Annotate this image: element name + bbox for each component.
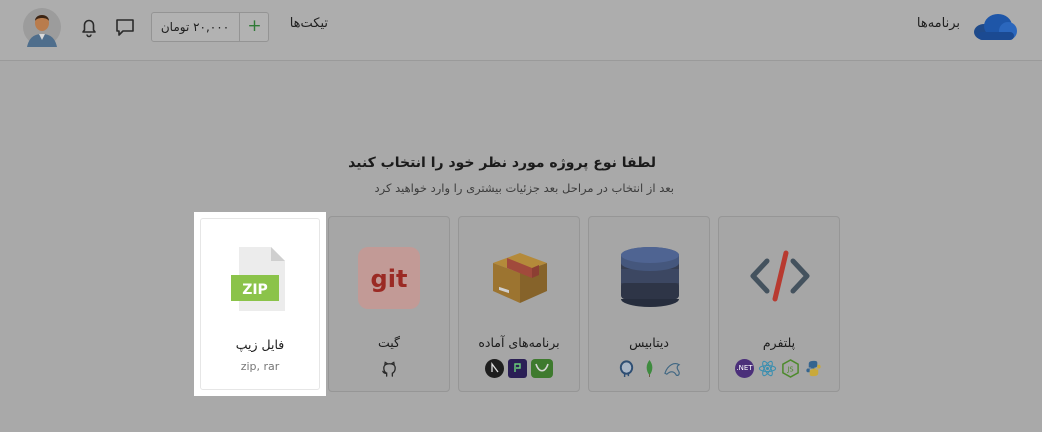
box-icon	[493, 253, 547, 303]
project-type-card-zip-file[interactable]: ZIP فایل زیپ zip, rar	[194, 212, 326, 396]
tech-icons	[329, 357, 449, 379]
card-label: گیت	[378, 335, 400, 350]
card-label: برنامه‌های آماده	[478, 335, 560, 350]
mongodb-icon	[646, 359, 652, 377]
cloud-logo-icon[interactable]	[972, 12, 1018, 42]
card-sublabel: zip, rar	[240, 360, 280, 373]
project-type-card-ready-apps[interactable]: برنامه‌های آماده	[458, 216, 580, 392]
code-icon	[750, 250, 810, 302]
nodejs-icon: JS	[782, 358, 799, 378]
tech-icons	[459, 357, 579, 379]
postgresql-icon	[619, 359, 633, 377]
dotnet-icon: .NET	[735, 358, 754, 378]
git-icon: git	[358, 247, 420, 309]
chat-icon[interactable]	[114, 16, 136, 38]
avatar[interactable]	[23, 7, 61, 47]
database-icon	[621, 247, 679, 307]
page-subtitle: بعد از انتخاب در مراحل بعد جزئیات بیشتری…	[374, 181, 674, 195]
card-label: دیتابیس	[629, 335, 669, 350]
wallet-balance[interactable]: + ۲۰,۰۰۰ تومان	[151, 12, 269, 42]
project-type-card-git[interactable]: git گیت	[328, 216, 450, 392]
tech-icons	[589, 357, 709, 379]
card-label: پلتفرم	[762, 335, 796, 350]
git-icon-text: git	[371, 265, 408, 293]
tech-icons: .NET JS	[719, 357, 839, 379]
nginx-icon	[531, 358, 553, 378]
pydio-icon	[508, 358, 527, 378]
nav-tickets-link[interactable]: تیکت‌ها	[262, 16, 328, 38]
zip-icon-text: ZIP	[242, 282, 268, 298]
github-icon	[381, 360, 396, 377]
nav-apps-link[interactable]: برنامه‌ها	[880, 16, 960, 38]
zip-file-icon: ZIP	[231, 247, 285, 311]
project-type-card-database[interactable]: دیتابیس	[588, 216, 710, 392]
page-title: لطفا نوع پروژه مورد نظر خود را انتخاب کن…	[348, 155, 656, 171]
wallet-amount: ۲۰,۰۰۰ تومان	[160, 20, 230, 34]
card-label: فایل زیپ	[235, 337, 285, 352]
python-icon	[806, 360, 821, 376]
project-type-card-platform[interactable]: پلتفرم .NET JS	[718, 216, 840, 392]
nextjs-icon	[485, 358, 504, 378]
svg-text:JS: JS	[786, 365, 793, 373]
add-credit-button[interactable]: +	[239, 13, 269, 41]
react-icon	[758, 360, 777, 376]
mysql-icon	[663, 362, 680, 376]
bell-icon[interactable]	[78, 16, 100, 38]
top-header: برنامه‌ها تیکت‌ها + ۲۰,۰۰۰ تومان	[0, 0, 1042, 61]
